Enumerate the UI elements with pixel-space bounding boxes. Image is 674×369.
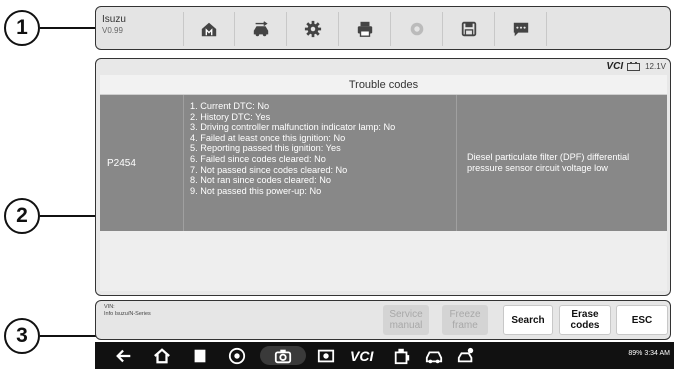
erase-codes-button[interactable]: Erase codes	[559, 305, 611, 335]
dtc-status-list: 1. Current DTC: No 2. History DTC: Yes 3…	[184, 95, 457, 231]
status-line: 6. Failed since codes cleared: No	[190, 153, 326, 164]
system-nav-bar: VCI 89% 3:34 AM	[95, 342, 674, 369]
diagnostic-connector-button[interactable]	[393, 346, 411, 365]
save-button[interactable]	[443, 12, 495, 46]
screen-record-button[interactable]	[317, 346, 335, 365]
vehicle-info-text: Info Isuzu/N-Series	[104, 310, 151, 317]
system-status: 89% 3:34 AM	[628, 350, 670, 357]
recent-apps-button[interactable]	[191, 346, 209, 365]
home-nav-icon	[154, 347, 170, 363]
vehicle-info-footer: VIN: Info Isuzu/N-Series	[104, 304, 151, 317]
toolbar-buttons	[183, 12, 547, 46]
back-icon	[116, 349, 131, 362]
status-line: 2. History DTC: Yes	[190, 111, 271, 122]
vehicle-info: Isuzu V0.99	[102, 14, 126, 36]
help-icon	[410, 22, 423, 36]
esc-button[interactable]: ESC	[616, 305, 668, 335]
search-button[interactable]: Search	[503, 305, 553, 335]
vci-status: VCI 12.1V	[606, 61, 666, 72]
bottom-action-bar: VIN: Info Isuzu/N-Series Service manual …	[95, 300, 671, 340]
freeze-frame-button[interactable]: Freeze frame	[442, 305, 488, 335]
home-nav-button[interactable]	[153, 346, 171, 365]
battery-icon	[627, 62, 641, 71]
feedback-icon	[513, 22, 528, 37]
voltage-readout: 12.1V	[645, 62, 666, 71]
home-button[interactable]	[183, 12, 235, 46]
callout-1-leader	[40, 27, 96, 29]
status-line: 1. Current DTC: No	[190, 101, 270, 111]
status-line: 3. Driving controller malfunction indica…	[190, 122, 396, 133]
callout-1: 1	[4, 10, 40, 46]
vci-label: VCI	[606, 61, 624, 72]
settings-button[interactable]	[287, 12, 339, 46]
vehicle-swap-icon	[253, 21, 268, 37]
callout-2-leader	[40, 215, 96, 217]
vehicle-name: Isuzu	[102, 14, 126, 25]
car-icon	[425, 351, 443, 363]
status-line: 7. Not passed since codes cleared: No	[190, 164, 348, 175]
vehicle-swap-button[interactable]	[235, 12, 287, 46]
top-toolbar: Isuzu V0.99	[95, 6, 671, 50]
callout-2: 2	[4, 198, 40, 234]
camera-icon	[274, 349, 292, 363]
screenshot-stage: 1 2 3 Isuzu V0.99 VCI 12.1V Trouble code…	[0, 0, 674, 369]
help-button[interactable]	[391, 12, 443, 46]
vci-nav-label: VCI	[350, 347, 374, 364]
service-manual-button[interactable]: Service manual	[383, 305, 429, 335]
connector-icon	[394, 348, 410, 364]
table-title: Trouble codes	[100, 75, 667, 95]
browser-button[interactable]	[228, 346, 246, 365]
table-empty-area	[100, 231, 667, 291]
remote-desk-button[interactable]	[457, 346, 475, 365]
trouble-codes-panel: VCI 12.1V Trouble codes P2454 1. Current…	[95, 58, 671, 296]
feedback-button[interactable]	[495, 12, 547, 46]
status-line: 5. Reporting passed this ignition: Yes	[190, 143, 341, 154]
dtc-description: Diesel particulate filter (DPF) differen…	[467, 152, 630, 173]
screen-record-icon	[317, 349, 335, 362]
vci-nav-button[interactable]: VCI	[350, 346, 373, 365]
home-icon	[201, 22, 217, 37]
callout-3-leader	[40, 335, 96, 337]
settings-icon	[304, 20, 321, 38]
status-line: 8. Not ran since codes cleared: No	[190, 175, 331, 186]
save-icon	[461, 21, 476, 37]
car-nav-button[interactable]	[425, 346, 443, 365]
status-line: 4. Failed at least once this ignition: N…	[190, 132, 346, 143]
table-row[interactable]: P2454 1. Current DTC: No 2. History DTC:…	[100, 95, 667, 231]
remote-desk-icon	[457, 347, 474, 362]
print-icon	[357, 21, 372, 37]
screenshot-button[interactable]	[260, 346, 306, 365]
recent-apps-icon	[194, 349, 206, 362]
software-version: V0.99	[102, 26, 123, 35]
callout-3: 3	[4, 318, 40, 354]
print-button[interactable]	[339, 12, 391, 46]
status-line: 9. Not passed this power-up: No	[190, 185, 322, 196]
browser-icon	[228, 347, 246, 364]
dtc-code: P2454	[100, 95, 184, 231]
back-button[interactable]	[115, 346, 133, 365]
